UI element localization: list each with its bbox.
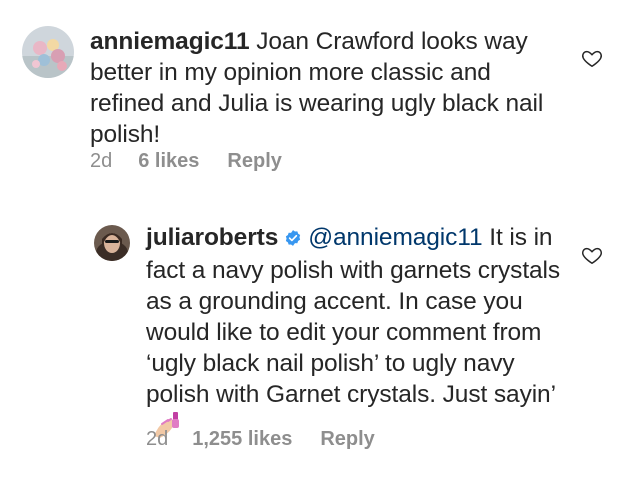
reply-comment: juliaroberts @anniemagic11 It is in fact … <box>0 190 640 482</box>
comment-meta: 2d 6 likes Reply <box>90 150 282 173</box>
reply-avatar[interactable] <box>94 225 130 261</box>
reply-username[interactable]: juliaroberts <box>146 224 278 251</box>
comment-likes[interactable]: 6 likes <box>138 150 199 173</box>
reply-button[interactable]: Reply <box>227 150 281 173</box>
reply-heart-icon[interactable] <box>581 244 603 266</box>
avatar[interactable] <box>22 26 74 78</box>
verified-badge-icon <box>284 224 302 255</box>
heart-icon[interactable] <box>581 47 603 69</box>
reply-body: It is in fact a navy polish with garnets… <box>146 224 561 408</box>
comment: anniemagic11 Joan Crawford looks way bet… <box>0 0 640 190</box>
mention-link[interactable]: @anniemagic11 <box>308 224 482 251</box>
reply-meta: 2d 1,255 likes Reply <box>146 428 375 451</box>
reply-likes[interactable]: 1,255 likes <box>192 428 292 451</box>
comment-time: 2d <box>90 150 113 172</box>
reply-reply-button[interactable]: Reply <box>320 428 374 451</box>
comment-text: anniemagic11 Joan Crawford looks way bet… <box>90 26 560 150</box>
comment-username[interactable]: anniemagic11 <box>90 28 250 55</box>
reply-text: juliaroberts @anniemagic11 It is in fact … <box>146 222 566 448</box>
reply-time: 2d <box>146 428 169 450</box>
